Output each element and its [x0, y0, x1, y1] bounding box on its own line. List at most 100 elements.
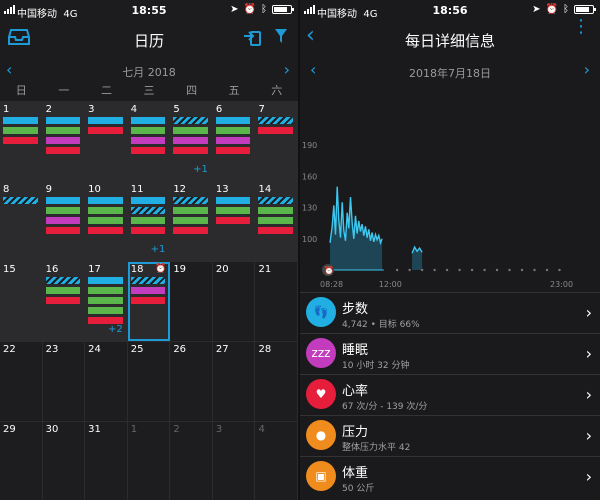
calendar-day-cell[interactable]: 12 [170, 182, 213, 261]
baseline-dot [508, 268, 511, 272]
day-number: 3 [215, 424, 223, 435]
sync-icon[interactable] [242, 28, 262, 50]
activity-bar-red [258, 227, 294, 234]
filter-icon[interactable] [274, 28, 288, 48]
activity-bar-green [215, 127, 251, 134]
day-number: 4 [258, 424, 265, 435]
calendar-day-cell[interactable]: 6 [212, 102, 256, 181]
calendar-day-cell[interactable]: 16 [42, 262, 86, 341]
chevron-right-icon: › [585, 426, 592, 445]
activity-bar-stripe [173, 197, 208, 204]
activity-bar-blue [215, 117, 251, 124]
day-number: 17 [88, 264, 101, 275]
calendar-day-cell[interactable]: 22 [0, 342, 43, 421]
activity-bar-green [173, 207, 208, 214]
heart-rate-svg: 190 160 130 100 ⏰ 08:28 12:00 23:00 [302, 141, 573, 289]
scale-icon: ▣ [306, 461, 336, 491]
day-number: 9 [45, 184, 52, 195]
metric-summary: 整体压力水平 42 [342, 443, 411, 453]
location-icon: ➤ [230, 4, 239, 15]
weekday-label: 日 [15, 84, 27, 97]
calendar-day-cell[interactable]: 4 [255, 422, 298, 500]
calendar-day-cell[interactable]: 23 [42, 342, 86, 421]
calendar-day-cell[interactable]: 3 [212, 422, 256, 500]
metric-row[interactable]: ♥ 心率 67 次/分 - 139 次/分 › [300, 374, 600, 415]
calendar-day-cell[interactable]: 14 [255, 182, 298, 261]
activity-bar-pink [130, 137, 166, 144]
month-bar: ‹ 七月 2018 › [0, 60, 298, 82]
activity-bar-red [88, 127, 123, 134]
activity-bar-stripe [3, 197, 38, 204]
calendar-day-cell[interactable]: 26 [170, 342, 213, 421]
status-icons: ➤ ⏰ ᛒ [532, 4, 596, 15]
date-label: 2018年7月18日 [409, 67, 491, 80]
more-icon[interactable]: ⋮ [572, 18, 590, 36]
calendar-day-cell[interactable]: 4 [127, 102, 171, 181]
y-tick-label: 160 [302, 172, 317, 181]
calendar-day-cell[interactable]: 1 [127, 422, 171, 500]
day-number: 8 [3, 184, 10, 195]
next-month-icon[interactable]: › [284, 60, 290, 79]
activity-bar-stripe [173, 117, 208, 124]
calendar-day-cell[interactable]: 3 [85, 102, 128, 181]
activity-bar-red [173, 147, 208, 154]
activity-bar-blue [130, 117, 166, 124]
calendar-day-cell[interactable]: 25 [127, 342, 171, 421]
calendar-day-cell[interactable]: 19 [170, 262, 213, 341]
activity-bar-red [215, 217, 251, 224]
activity-bar-pink [130, 287, 166, 294]
calendar-day-cell[interactable]: 2 [170, 422, 213, 500]
calendar-day-cell[interactable]: 24 [85, 342, 128, 421]
calendar-day-cell[interactable]: 10 [85, 182, 128, 261]
calendar-day-cell[interactable]: 18 ⏰ [127, 262, 171, 341]
calendar-day-cell[interactable]: 17 +2 [85, 262, 128, 341]
calendar-day-cell[interactable]: 15 [0, 262, 43, 341]
activity-bar-green [130, 127, 166, 134]
metric-row[interactable]: 👣 步数 4,742 • 目标 66% › [300, 292, 600, 333]
calendar-day-cell[interactable]: 9 [42, 182, 86, 261]
baseline-dot [408, 268, 411, 272]
calendar-day-cell[interactable]: 13 [212, 182, 256, 261]
calendar-day-cell[interactable]: 2 [42, 102, 86, 181]
activity-bar-pink [45, 217, 81, 224]
calendar-day-cell[interactable]: 28 [255, 342, 298, 421]
day-number: 10 [88, 184, 101, 195]
calendar-day-cell[interactable]: 21 [255, 262, 298, 341]
activity-bar-red [45, 147, 81, 154]
calendar-day-cell[interactable]: 27 [212, 342, 256, 421]
baseline-dot [433, 268, 436, 272]
metric-name: 步数 [342, 302, 369, 317]
bluetooth-icon: ᛒ [563, 4, 569, 15]
calendar-day-cell[interactable]: 31 [85, 422, 128, 500]
metric-row[interactable]: zzz 睡眠 10 小时 32 分钟 › [300, 333, 600, 374]
calendar-day-cell[interactable]: 5 +1 [170, 102, 213, 181]
activity-bar-stripe [258, 117, 294, 124]
activity-bar-green [88, 217, 123, 224]
next-day-icon[interactable]: › [584, 60, 590, 79]
metric-row[interactable]: ● 压力 整体压力水平 42 › [300, 415, 600, 456]
day-number: 6 [215, 104, 223, 115]
day-number: 1 [130, 424, 138, 435]
page-title: 每日详细信息 [404, 32, 495, 50]
day-number: 2 [173, 424, 180, 435]
calendar-day-cell[interactable]: 20 [212, 262, 256, 341]
activity-bars [130, 277, 166, 307]
day-number: 22 [3, 344, 16, 355]
day-number: 25 [130, 344, 144, 355]
calendar-day-cell[interactable]: 1 [0, 102, 43, 181]
activity-bars [173, 197, 208, 237]
baseline-dot [395, 268, 399, 272]
calendar-day-cell[interactable]: 11 +1 [127, 182, 171, 261]
metric-row[interactable]: ▣ 体重 50 公斤 › [300, 456, 600, 497]
calendar-day-cell[interactable]: 7 [255, 102, 298, 181]
date-bar: ‹ 2018年7月18日 › [300, 60, 600, 84]
day-number: 27 [215, 344, 229, 355]
baseline-dot [533, 268, 536, 272]
activity-bar-red [45, 227, 81, 234]
calendar-day-cell[interactable]: 8 [0, 182, 43, 261]
calendar-day-cell[interactable]: 30 [42, 422, 86, 500]
calendar-day-cell[interactable]: 29 [0, 422, 43, 500]
day-number: 15 [3, 264, 16, 275]
day-number: 24 [88, 344, 101, 355]
heart-icon: ♥ [306, 379, 336, 409]
